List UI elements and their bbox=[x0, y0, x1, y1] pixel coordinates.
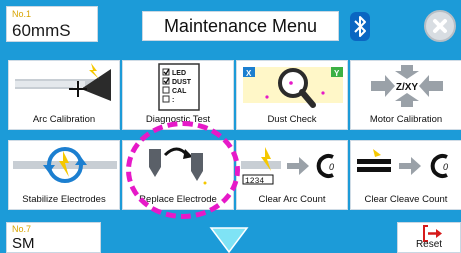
program-number: No.1 bbox=[12, 9, 32, 19]
magnifier-icon: X Y bbox=[243, 67, 343, 108]
check-cal: CAL bbox=[172, 88, 187, 95]
tile-label: Diagnostic Test bbox=[145, 114, 211, 125]
close-icon bbox=[433, 19, 447, 33]
replace-electrode-button[interactable]: Replace Electrode bbox=[122, 140, 234, 210]
program-indicator[interactable]: No.1 60mmS bbox=[6, 6, 98, 42]
check-dust: DUST bbox=[172, 79, 192, 86]
close-button[interactable] bbox=[424, 10, 456, 42]
stabilize-electrodes-button[interactable]: Stabilize Electrodes bbox=[8, 140, 120, 210]
clear-arc-count-icon: 0 1234 bbox=[241, 147, 334, 186]
cleave-reset-zero: 0 bbox=[443, 162, 448, 172]
camera-y-label: Y bbox=[334, 69, 340, 78]
footer-program-indicator[interactable]: No.7 SM bbox=[6, 222, 101, 253]
program-value: 60mmS bbox=[12, 21, 71, 40]
bluetooth-icon[interactable] bbox=[350, 12, 370, 41]
diagnostic-checklist-icon: LED DUST CAL : bbox=[158, 63, 200, 111]
page-down-button[interactable] bbox=[207, 226, 251, 253]
page-title: Maintenance Menu bbox=[142, 11, 339, 41]
tile-label: Replace Electrode bbox=[139, 194, 217, 205]
reset-button[interactable]: Reset bbox=[397, 222, 461, 253]
diagnostic-test-button[interactable]: LED DUST CAL : Diagnostic Test bbox=[122, 60, 234, 130]
zxy-label: Z/XY bbox=[396, 82, 419, 93]
reset-label: Reset bbox=[415, 239, 443, 250]
clear-arc-count-button[interactable]: 0 1234 Clear Arc Count bbox=[236, 140, 348, 210]
tile-label: Arc Calibration bbox=[32, 114, 96, 125]
chevron-down-icon bbox=[209, 227, 249, 253]
motor-calibration-button[interactable]: Z/XY Motor Calibration bbox=[350, 60, 461, 130]
tile-label: Clear Cleave Count bbox=[364, 194, 448, 205]
replace-electrode-icon bbox=[149, 147, 207, 185]
footer-program-value: SM bbox=[12, 235, 35, 252]
footer-program-number: No.7 bbox=[12, 224, 32, 234]
check-led: LED bbox=[172, 70, 186, 77]
tile-label: Clear Arc Count bbox=[258, 194, 326, 205]
tile-label: Dust Check bbox=[267, 114, 317, 125]
arc-calibration-button[interactable]: Arc Calibration bbox=[8, 60, 120, 130]
arc-counter-digits: 1234 bbox=[245, 177, 264, 186]
arc-calibration-icon bbox=[15, 63, 111, 101]
maintenance-screen: No.1 60mmS Maintenance Menu Arc Calibrat… bbox=[0, 0, 461, 253]
clear-cleave-count-icon: 0 bbox=[357, 149, 448, 178]
stabilize-electrodes-icon bbox=[13, 147, 117, 183]
arc-reset-zero: 0 bbox=[329, 162, 334, 172]
tile-label: Motor Calibration bbox=[369, 114, 443, 125]
clear-cleave-count-button[interactable]: 0 Clear Cleave Count bbox=[350, 140, 461, 210]
check-more: : bbox=[172, 97, 174, 104]
tile-label: Stabilize Electrodes bbox=[22, 194, 106, 205]
dust-check-button[interactable]: X Y Dust Check bbox=[236, 60, 348, 130]
camera-x-label: X bbox=[246, 69, 252, 78]
zxy-arrows-icon: Z/XY bbox=[371, 65, 443, 107]
